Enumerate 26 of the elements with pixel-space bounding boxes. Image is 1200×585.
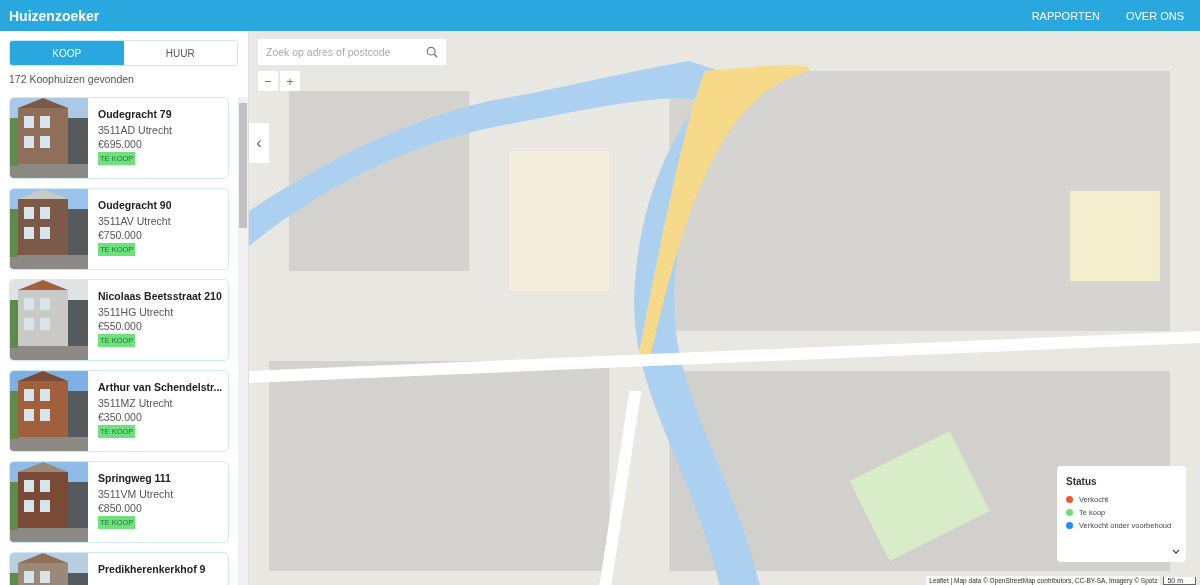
listing-price: €850.000	[98, 502, 142, 514]
result-count: 172 Koophuizen gevonden	[9, 73, 135, 85]
scrollbar[interactable]	[238, 97, 248, 585]
listing-price: €550.000	[98, 320, 142, 332]
listing-price: €750.000	[98, 229, 142, 241]
listing-title: Springweg 111	[98, 472, 171, 484]
listing-title: Nicolaas Beetsstraat 210	[98, 290, 222, 302]
listing-title: Oudegracht 90	[98, 199, 172, 211]
zoom-out-button[interactable]: −	[258, 71, 278, 91]
listing-address: 3511VM Utrecht	[98, 488, 174, 500]
zoom-in-button[interactable]: +	[280, 71, 300, 91]
chevron-down-icon[interactable]	[1172, 549, 1180, 554]
listing-price: €695.000	[98, 138, 142, 150]
search-field[interactable]: Zoek op adres of postcode	[258, 39, 446, 65]
collapse-sidebar-button[interactable]: ‹	[249, 123, 269, 163]
listing-address: 3511MZ Utrecht	[98, 397, 173, 409]
legend-title: Status	[1066, 476, 1098, 487]
listing-title: Arthur van Schendelstr...	[98, 381, 223, 393]
listing-title: Oudegracht 79	[98, 108, 172, 120]
search-icon[interactable]	[426, 46, 438, 58]
listing-title: Predikherenkerkhof 9	[98, 563, 206, 575]
listing-price: €350.000	[98, 411, 142, 423]
listing-card[interactable]: Predikherenkerkhof 9	[9, 552, 229, 585]
listing-address: 3511HG Utrecht	[98, 306, 174, 318]
listing-address: 3511AV Utrecht	[98, 215, 171, 227]
listing-address: 3511AD Utrecht	[98, 124, 172, 136]
